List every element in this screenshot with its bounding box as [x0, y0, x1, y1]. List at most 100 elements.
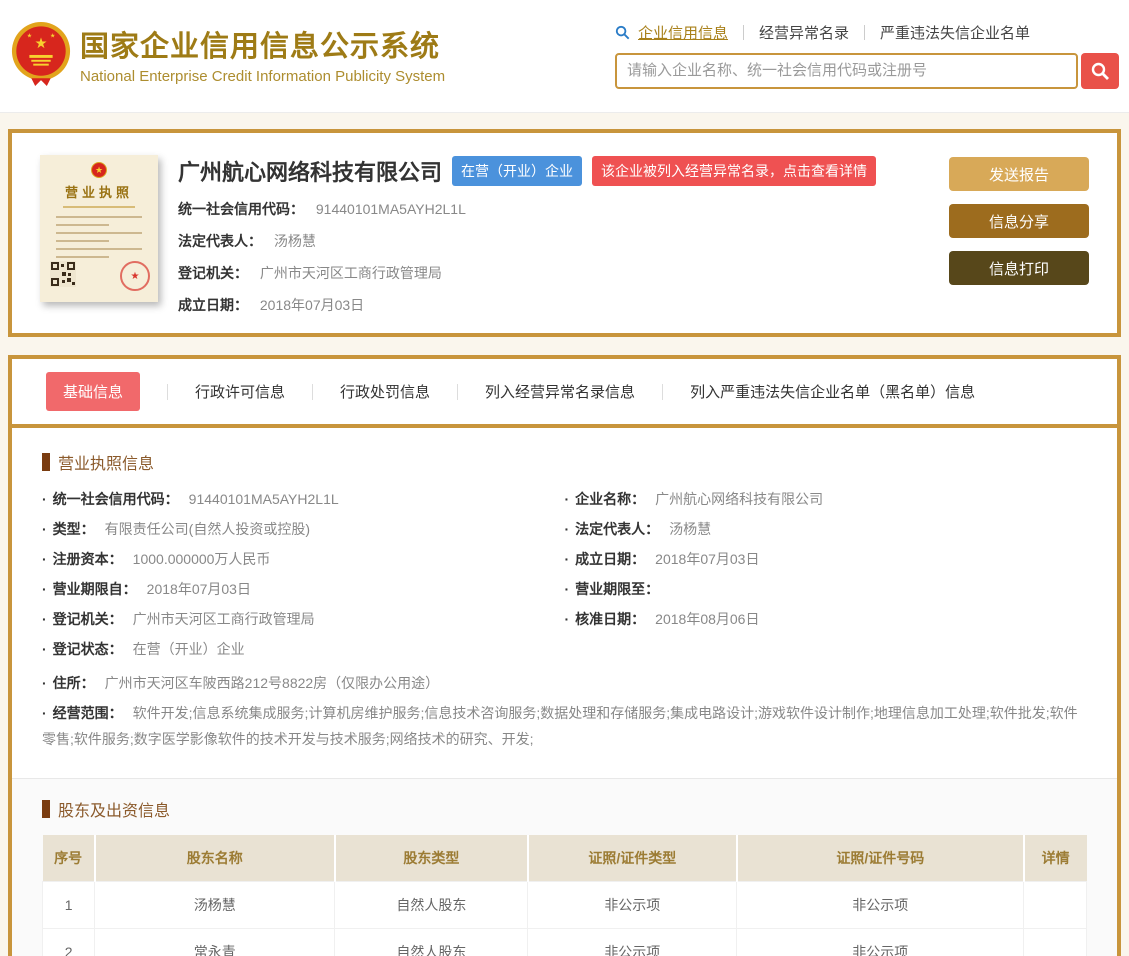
detail-label: 注册资本：: [52, 551, 123, 567]
nav-separator: [743, 24, 745, 40]
table-header-row: 序号 股东名称 股东类型 证照/证件类型 证照/证件号码 详情: [42, 835, 1087, 882]
detail-value: 1000.000000万人民币: [132, 551, 271, 567]
detail-label: 营业期限至：: [575, 581, 660, 597]
detail-value: 软件开发;信息系统集成服务;计算机房维护服务;信息技术咨询服务;数据处理和存储服…: [42, 705, 1078, 747]
section-title-row: 股东及出资信息: [42, 797, 1087, 821]
shareholder-section: 股东及出资信息 序号 股东名称 股东类型 证照/证件类型 证照/证件号码 详情: [12, 778, 1117, 956]
detail-label: 成立日期：: [575, 551, 646, 567]
search-button[interactable]: [1081, 52, 1119, 89]
tab-basic-info[interactable]: 基础信息: [46, 372, 141, 411]
tab-blacklist[interactable]: 列入严重违法失信企业名单（黑名单）信息: [690, 381, 975, 402]
search-input[interactable]: [615, 52, 1078, 89]
detail-item: 登记机关： 广州市天河区工商行政管理局: [42, 610, 565, 628]
company-summary-card: ★ 营业执照 广州: [8, 129, 1121, 337]
field-credit-code: 统一社会信用代码： 91440101MA5AYH2L1L: [178, 199, 927, 219]
print-info-button[interactable]: 信息打印: [949, 251, 1089, 285]
table-cell: 非公示项: [527, 928, 738, 956]
license-detail-columns: 统一社会信用代码： 91440101MA5AYH2L1L 类型： 有限责任公司(自然…: [42, 490, 1087, 670]
detail-value: 2018年08月06日: [655, 611, 760, 627]
section-title-bar: [42, 453, 50, 471]
nav-link-abnormal-list[interactable]: 经营异常名录: [759, 22, 849, 43]
detail-value: 有限责任公司(自然人投资或控股): [104, 521, 310, 537]
license-info-section: 营业执照信息 统一社会信用代码： 91440101MA5AYH2L1L 类型： 有限…: [12, 428, 1117, 778]
table-cell: [1023, 928, 1087, 956]
field-label: 成立日期：: [178, 297, 248, 313]
detail-label: 核准日期：: [575, 611, 646, 627]
table-cell: 自然人股东: [334, 928, 529, 956]
detail-value: 在营（开业）企业: [132, 641, 245, 657]
nav-link-credit-info[interactable]: 企业信用信息: [638, 22, 728, 43]
detail-label: 住所：: [52, 675, 95, 691]
action-buttons: 发送报告 信息分享 信息打印: [949, 155, 1089, 315]
nav-link-blacklist[interactable]: 严重违法失信企业名单: [880, 22, 1030, 43]
detail-label: 企业名称：: [575, 491, 646, 507]
detail-item-address: 住所： 广州市天河区车陂西路212号8822房（仅限办公用途）: [42, 670, 1087, 696]
business-license-thumbnail[interactable]: ★ 营业执照: [40, 155, 158, 302]
field-label: 法定代表人：: [178, 233, 262, 249]
license-line: [56, 224, 110, 226]
tab-admin-penalty[interactable]: 行政处罚信息: [340, 381, 430, 402]
site-header: ★ ★ ★ 国家企业信用信息公示系统 National Enterprise C…: [0, 0, 1129, 113]
send-report-button[interactable]: 发送报告: [949, 157, 1089, 191]
svg-text:★: ★: [34, 36, 47, 52]
license-line: [56, 256, 110, 258]
table-cell: 常永青: [94, 928, 336, 956]
table-cell: 1: [41, 881, 96, 929]
red-seal-stamp: [120, 261, 150, 291]
tab-abnormal-list[interactable]: 列入经营异常名录信息: [485, 381, 635, 402]
svg-text:★: ★: [50, 33, 55, 40]
detail-value: 广州市天河区车陂西路212号8822房（仅限办公用途）: [104, 675, 440, 691]
table-cell: 汤杨慧: [94, 881, 336, 929]
qr-code: [50, 261, 76, 287]
detail-item: 登记状态： 在营（开业）企业: [42, 640, 565, 658]
top-nav: 企业信用信息 经营异常名录 严重违法失信企业名单: [615, 22, 1119, 43]
table-cell: [1023, 881, 1087, 929]
column-header: 股东类型: [334, 835, 529, 882]
detail-label: 营业期限自：: [52, 581, 137, 597]
license-line: [56, 216, 142, 218]
license-text-lines: [56, 216, 142, 264]
detail-column-right: 企业名称： 广州航心网络科技有限公司 法定代表人： 汤杨慧 成立日期： 2018年07…: [565, 490, 1088, 670]
detail-value: 广州市天河区工商行政管理局: [132, 611, 315, 627]
section-title-row: 营业执照信息: [42, 450, 1087, 474]
detail-item: 营业期限自： 2018年07月03日: [42, 580, 565, 598]
tab-admin-license[interactable]: 行政许可信息: [195, 381, 285, 402]
abnormal-warning-badge[interactable]: 该企业被列入经营异常名录，点击查看详情: [592, 156, 877, 186]
field-registration-authority: 登记机关： 广州市天河区工商行政管理局: [178, 263, 927, 283]
license-line: [56, 240, 110, 242]
company-info: 广州航心网络科技有限公司 在营（开业）企业 该企业被列入经营异常名录，点击查看详…: [178, 155, 927, 315]
column-header: 证照/证件类型: [527, 835, 738, 882]
tab-separator: [167, 383, 169, 400]
detail-card: 基础信息 行政许可信息 行政处罚信息 列入经营异常名录信息 列入严重违法失信企业…: [8, 355, 1121, 956]
search-bar: [615, 52, 1119, 89]
detail-item: 类型： 有限责任公司(自然人投资或控股): [42, 520, 565, 538]
tab-bar: 基础信息 行政许可信息 行政处罚信息 列入经营异常名录信息 列入严重违法失信企业…: [12, 359, 1117, 428]
detail-item: 营业期限至：: [565, 580, 1088, 598]
share-info-button[interactable]: 信息分享: [949, 204, 1089, 238]
field-value: 广州市天河区工商行政管理局: [259, 265, 442, 281]
table-cell: 自然人股东: [334, 881, 529, 929]
detail-label: 统一社会信用代码：: [52, 491, 179, 507]
site-title-en: National Enterprise Credit Information P…: [80, 68, 446, 85]
detail-label: 登记机关：: [52, 611, 123, 627]
column-header: 股东名称: [94, 835, 336, 882]
table-row: 1 汤杨慧 自然人股东 非公示项 非公示项: [41, 881, 1087, 929]
table-cell: 非公示项: [736, 881, 1025, 929]
table-cell: 非公示项: [736, 928, 1025, 956]
field-legal-rep: 法定代表人： 汤杨慧: [178, 231, 927, 251]
column-header: 证照/证件号码: [736, 835, 1025, 882]
detail-value: 2018年07月03日: [146, 581, 251, 597]
detail-item-business-scope: 经营范围：软件开发;信息系统集成服务;计算机房维护服务;信息技术咨询服务;数据处…: [42, 700, 1087, 752]
search-icon: [1091, 62, 1109, 80]
detail-label: 类型：: [52, 521, 95, 537]
company-name-row: 广州航心网络科技有限公司 在营（开业）企业 该企业被列入经营异常名录，点击查看详…: [178, 155, 927, 187]
status-badge: 在营（开业）企业: [452, 156, 583, 186]
page-body: ★ 营业执照 广州: [0, 113, 1129, 956]
license-divider: [63, 206, 135, 208]
table-cell: 2: [41, 928, 96, 956]
table-cell: 非公示项: [527, 881, 738, 929]
tab-separator: [457, 383, 459, 400]
tab-separator: [312, 383, 314, 400]
license-title: 营业执照: [64, 185, 133, 200]
license-line: [56, 248, 142, 250]
